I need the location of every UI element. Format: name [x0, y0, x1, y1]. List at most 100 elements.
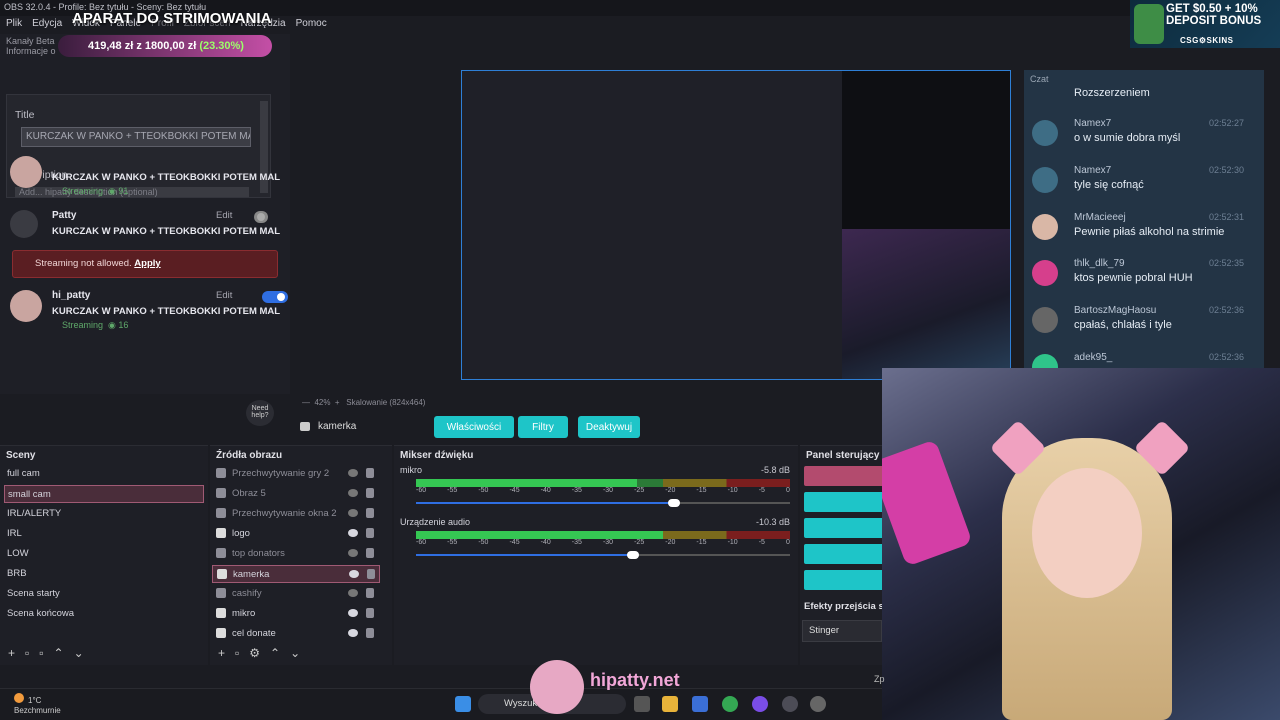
menu-help[interactable]: Pomoc — [296, 18, 327, 32]
scene-item[interactable]: BRB — [4, 565, 204, 583]
channels-panel: Kanały Beta Informacje o Title KURCZAK W… — [0, 34, 290, 426]
scene-item[interactable]: LOW — [4, 545, 204, 563]
overlay-title: APARAT DO STRIMOWANIA — [72, 10, 272, 27]
promo-banner: GET $0.50 + 10% DEPOSIT BONUS CSG⚙SKINS — [1130, 0, 1280, 48]
tick-label: -15 — [696, 487, 707, 494]
channel-name: hi_patty — [52, 290, 91, 301]
source-item[interactable]: Przechwytywanie okna 2 — [212, 505, 380, 523]
scene-item[interactable]: full cam — [4, 465, 204, 483]
tick-label: -40 — [540, 487, 551, 494]
mixer-channel: Urządzenie audio -10.3 dB -60 -55 -50 -45 -4… — [398, 517, 792, 567]
preview-canvas[interactable] — [461, 70, 1011, 380]
tick-label: 0 — [785, 487, 790, 494]
tick-label: -15 — [696, 539, 707, 546]
start-streaming-button[interactable] — [804, 466, 884, 486]
webcam-overlay — [882, 368, 1280, 720]
nested-obs-capture — [462, 71, 842, 379]
control-button[interactable] — [804, 570, 884, 590]
tick-label: -25 — [634, 539, 645, 546]
menu-edit[interactable]: Edycja — [32, 18, 62, 32]
tick-label: -25 — [634, 487, 645, 494]
properties-button[interactable]: Właściwości — [434, 416, 514, 438]
tick-label: -60 — [416, 487, 427, 494]
tick-label: -5 — [758, 539, 765, 546]
source-item[interactable]: top donators — [212, 545, 380, 563]
edit-button[interactable]: Edit — [216, 290, 232, 301]
tick-label: -10 — [727, 539, 738, 546]
tick-label: -5 — [758, 487, 765, 494]
volume-slider[interactable] — [416, 499, 790, 507]
tick-label: -50 — [478, 539, 489, 546]
avatar — [530, 660, 584, 714]
source-actions[interactable]: +▫⚙⌃⌄ — [218, 646, 310, 660]
chat-message: thlk_dlk_79 02:52:35 ktos pewnie pobral HU… — [1032, 258, 1264, 304]
mascot-image — [1134, 4, 1164, 44]
scene-item[interactable]: IRL/ALERTY — [4, 505, 204, 523]
avatar — [1032, 167, 1058, 193]
chat-message: BartoszMagHaosu 02:52:36 cpałaś, chlałaś i… — [1032, 305, 1264, 351]
chrome-icon[interactable] — [722, 696, 738, 712]
channel-name: Urządzenie audio — [400, 517, 471, 527]
meter-ticks: -60 -55 -50 -45 -40 -35 -30 -25 -20 -15 -10 -5 0 — [416, 487, 790, 494]
streamer-face — [1032, 468, 1142, 598]
menu-file[interactable]: Plik — [6, 18, 22, 32]
chat-message-text: Rozszerzeniem — [1074, 87, 1150, 99]
title-input[interactable]: KURCZAK W PANKO + TTEOKBOKKI POTEM MALO — [21, 127, 251, 147]
chat-message: Namex7 02:52:30 tyle się cofnąć — [1032, 165, 1264, 211]
watermark-text: hipatty.net — [590, 670, 680, 690]
deactivate-button[interactable]: Deaktywuj — [578, 416, 640, 438]
channel-toggle[interactable] — [262, 291, 288, 303]
weather-widget[interactable]: 1°C Bezchmurnie — [14, 693, 61, 716]
scene-item[interactable]: Scena starty — [4, 585, 204, 603]
avatar — [1032, 260, 1058, 286]
source-item[interactable]: cel donate — [212, 625, 380, 643]
channel-toggle[interactable] — [254, 211, 268, 223]
scene-item[interactable]: IRL — [4, 525, 204, 543]
source-item[interactable]: cashify — [212, 585, 380, 603]
need-help-button[interactable]: Need help? — [246, 400, 274, 426]
info-tab[interactable]: Informacje o — [6, 46, 56, 56]
source-item[interactable]: logo — [212, 525, 380, 543]
taskbar — [0, 688, 882, 720]
truncated-text: Zp — [874, 674, 885, 684]
filters-button[interactable]: Filtry — [518, 416, 568, 438]
volume-slider[interactable] — [416, 551, 790, 559]
channel-title: KURCZAK W PANKO + TTEOKBOKKI POTEM MALOW… — [52, 226, 280, 237]
camera-icon — [300, 422, 310, 431]
channel-title: KURCZAK W PANKO + TTEOKBOKKI POTEM MALOW… — [52, 172, 280, 183]
title-label: Title — [15, 109, 35, 121]
start-icon[interactable] — [455, 696, 471, 712]
warning-banner: Streaming not allowed. Apply — [12, 250, 278, 278]
channel-db: -10.3 dB — [755, 517, 790, 527]
edit-button[interactable]: Edit — [216, 210, 232, 221]
scenes-title: Sceny — [6, 450, 36, 461]
avatar — [10, 290, 42, 322]
zoom-level[interactable]: 42% — [314, 398, 330, 407]
source-item[interactable]: Przechwytywanie gry 2 — [212, 465, 380, 483]
obs-icon[interactable] — [782, 696, 798, 712]
avatar — [10, 156, 42, 188]
webcam-preview — [842, 229, 1010, 379]
scene-item[interactable]: Scena końcowa — [4, 605, 204, 623]
channel-row-patty[interactable]: Patty KURCZAK W PANKO + TTEOKBOKKI POTEM… — [10, 210, 280, 250]
scene-actions[interactable]: +▫▫⌃⌄ — [8, 646, 94, 660]
sources-title: Źródła obrazu — [216, 450, 283, 461]
settings-icon[interactable] — [810, 696, 826, 712]
source-item[interactable]: Obraz 5 — [212, 485, 380, 503]
app-icon[interactable] — [752, 696, 768, 712]
source-item[interactable]: mikro — [212, 605, 380, 623]
apply-link[interactable]: Apply — [134, 258, 160, 269]
store-icon[interactable] — [692, 696, 708, 712]
control-button[interactable] — [804, 492, 884, 512]
transition-select[interactable]: Stinger — [802, 620, 882, 642]
channel-row-hipatty[interactable]: KURCZAK W PANKO + TTEOKBOKKI POTEM MALOW… — [10, 156, 280, 196]
tick-label: -35 — [571, 539, 582, 546]
channel-title: KURCZAK W PANKO + TTEOKBOKKI POTEM MALOW… — [52, 306, 280, 317]
source-item[interactable]: kamerka — [212, 565, 380, 583]
scene-item[interactable]: small cam — [4, 485, 204, 503]
mixer-title: Mikser dźwięku — [400, 450, 474, 461]
microphone-image — [882, 439, 973, 567]
channel-row-hi-patty[interactable]: hi_patty Edit KURCZAK W PANKO + TTEOKBOK… — [10, 290, 288, 330]
control-button[interactable] — [804, 544, 884, 564]
control-button[interactable] — [804, 518, 884, 538]
